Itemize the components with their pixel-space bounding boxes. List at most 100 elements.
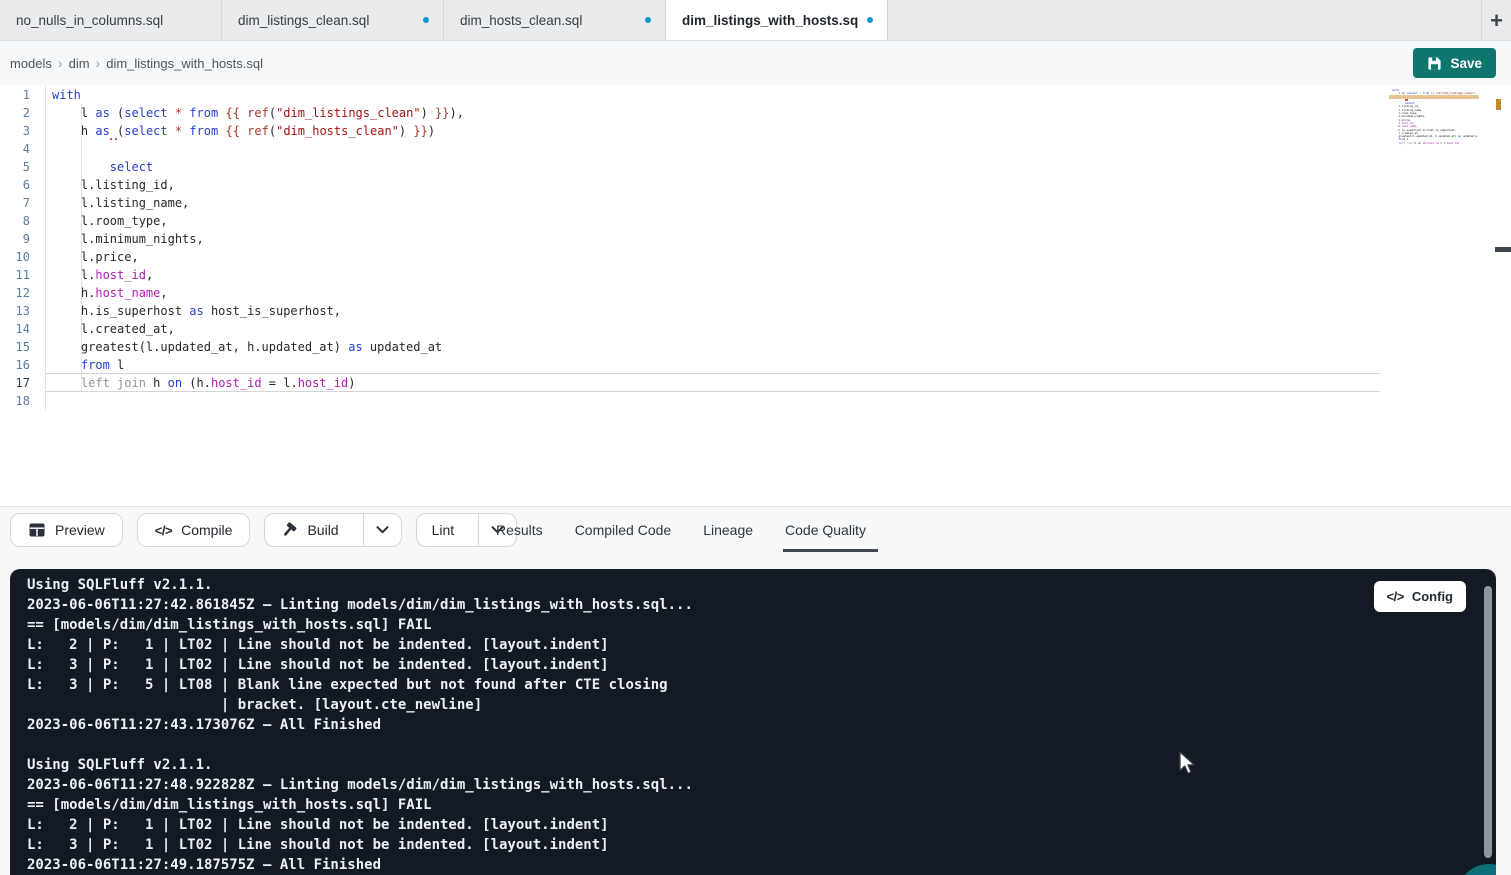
code-line[interactable]: 7 l.listing_name,: [0, 194, 1380, 212]
terminal-line: == [models/dim/dim_listings_with_hosts.s…: [27, 795, 693, 815]
code-line[interactable]: 5 select: [0, 158, 1380, 176]
build-button[interactable]: Build: [265, 514, 353, 546]
code-text: from l: [52, 358, 124, 372]
tab-code-quality[interactable]: Code Quality: [785, 507, 866, 552]
code-text: l.listing_id,: [52, 178, 175, 192]
line-number: 17: [0, 374, 30, 392]
save-icon: [1427, 56, 1442, 71]
terminal-line: == [models/dim/dim_listings_with_hosts.s…: [27, 615, 693, 635]
terminal-line: L: 2 | P: 1 | LT02 | Line should not be …: [27, 635, 693, 655]
tab-code-quality-label: Code Quality: [785, 522, 866, 538]
new-tab-button[interactable]: +: [1481, 0, 1511, 41]
code-line[interactable]: 3 h as (select * from {{ ref("dim_hosts_…: [0, 122, 1380, 140]
code-line[interactable]: 12 h.host_name,: [0, 284, 1380, 302]
code-line[interactable]: 13 h.is_superhost as host_is_superhost,: [0, 302, 1380, 320]
code-text: l.room_type,: [52, 214, 168, 228]
code-line[interactable]: 4: [0, 140, 1380, 158]
editor-tab[interactable]: dim_listings_with_hosts.sql: [666, 0, 888, 40]
line-number: 5: [0, 158, 30, 176]
code-text: h.host_name,: [52, 286, 168, 300]
code-text: l.price,: [52, 250, 139, 264]
breadcrumb-chevron-icon: ›: [58, 55, 63, 71]
modified-indicator-icon: [645, 17, 651, 23]
editor-tab[interactable]: dim_listings_clean.sql: [222, 0, 444, 40]
tab-lineage-label: Lineage: [703, 522, 753, 538]
code-line[interactable]: 8 l.room_type,: [0, 212, 1380, 230]
tab-bar: no_nulls_in_columns.sql dim_listings_clea…: [0, 0, 1511, 41]
terminal-line: 2023-06-06T11:27:42.861845Z — Linting mo…: [27, 595, 693, 615]
code-text: select: [52, 160, 153, 174]
tab-label: dim_hosts_clean.sql: [460, 13, 637, 28]
bottom-panel: Preview </> Compile Build: [0, 506, 1511, 875]
editor-tab[interactable]: no_nulls_in_columns.sql: [0, 0, 222, 40]
preview-label: Preview: [55, 522, 105, 538]
code-text: with: [52, 88, 81, 102]
mouse-cursor: [1178, 751, 1198, 775]
code-icon: </>: [155, 523, 172, 538]
compile-button[interactable]: </> Compile: [137, 513, 251, 547]
table-icon: [28, 521, 46, 539]
save-button[interactable]: Save: [1413, 48, 1496, 78]
action-bar: Preview </> Compile Build: [10, 513, 517, 547]
code-line[interactable]: 16 from l: [0, 356, 1380, 374]
tab-lineage[interactable]: Lineage: [703, 507, 753, 552]
preview-button[interactable]: Preview: [10, 513, 123, 547]
code-line[interactable]: 9 l.minimum_nights,: [0, 230, 1380, 248]
terminal-line: Using SQLFluff v2.1.1.: [27, 755, 693, 775]
terminal-line: 2023-06-06T11:27:49.187575Z — All Finish…: [27, 855, 693, 875]
code-line[interactable]: 1 with: [0, 86, 1380, 104]
terminal-line: [27, 735, 693, 755]
tab-label: dim_listings_with_hosts.sql: [682, 13, 859, 28]
terminal-line: L: 3 | P: 1 | LT02 | Line should not be …: [27, 655, 693, 675]
code-line[interactable]: 18: [0, 392, 1380, 410]
code-area[interactable]: 1 with 2 l as (select * from {{ ref("dim_l…: [0, 86, 1380, 410]
tab-results[interactable]: Results: [496, 507, 543, 552]
line-number: 10: [0, 248, 30, 266]
compile-label: Compile: [181, 522, 232, 538]
code-line[interactable]: 6 l.listing_id,: [0, 176, 1380, 194]
config-button[interactable]: </> Config: [1374, 581, 1466, 612]
breadcrumb: models › dim › dim_listings_with_hosts.sql: [10, 41, 263, 85]
line-number: 16: [0, 356, 30, 374]
code-editor[interactable]: 1 with 2 l as (select * from {{ ref("dim_l…: [0, 85, 1511, 506]
chevron-down-icon: [376, 526, 389, 534]
scrollbar-warning-mark: [1496, 99, 1501, 110]
code-text: greatest(l.updated_at, h.updated_at) as …: [52, 340, 442, 354]
code-line[interactable]: 17 left join h on (h.host_id = l.host_id…: [0, 374, 1380, 392]
terminal-line: Using SQLFluff v2.1.1.: [27, 575, 693, 595]
breadcrumb-item[interactable]: models: [10, 56, 52, 71]
tab-label: no_nulls_in_columns.sql: [16, 13, 207, 28]
line-number: 15: [0, 338, 30, 356]
line-number: 3: [0, 122, 30, 140]
modified-indicator-icon: [867, 17, 873, 23]
code-line[interactable]: 15 greatest(l.updated_at, h.updated_at) …: [0, 338, 1380, 356]
code-text: l.listing_name,: [52, 196, 189, 210]
lint-button[interactable]: Lint: [417, 514, 470, 546]
build-dropdown-button[interactable]: [363, 514, 401, 546]
build-label: Build: [307, 522, 338, 538]
minimap-line: [1389, 142, 1477, 145]
code-text: l as (select * from {{ ref("dim_listings…: [52, 106, 464, 120]
editor-tab[interactable]: dim_hosts_clean.sql: [444, 0, 666, 40]
help-bubble[interactable]: [1457, 864, 1496, 875]
code-text: h.is_superhost as host_is_superhost,: [52, 304, 341, 318]
code-line[interactable]: 14 l.created_at,: [0, 320, 1380, 338]
line-number: 13: [0, 302, 30, 320]
code-line[interactable]: 2 l as (select * from {{ ref("dim_listin…: [0, 104, 1380, 122]
line-number: 6: [0, 176, 30, 194]
code-line[interactable]: 11 l.host_id,: [0, 266, 1380, 284]
lint-label: Lint: [432, 522, 455, 538]
tab-compiled-code[interactable]: Compiled Code: [575, 507, 672, 552]
line-number: 14: [0, 320, 30, 338]
line-number: 4: [0, 140, 30, 158]
terminal-line: L: 3 | P: 5 | LT08 | Blank line expected…: [27, 675, 693, 695]
line-number: 1: [0, 86, 30, 104]
breadcrumb-chevron-icon: ›: [96, 55, 101, 71]
terminal-scrollbar[interactable]: [1484, 586, 1492, 858]
line-number: 9: [0, 230, 30, 248]
minimap-warning-band: [1389, 95, 1479, 99]
breadcrumb-item: dim_listings_with_hosts.sql: [106, 56, 263, 71]
terminal: Using SQLFluff v2.1.1.2023-06-06T11:27:4…: [10, 569, 1496, 875]
code-line[interactable]: 10 l.price,: [0, 248, 1380, 266]
breadcrumb-item[interactable]: dim: [69, 56, 90, 71]
